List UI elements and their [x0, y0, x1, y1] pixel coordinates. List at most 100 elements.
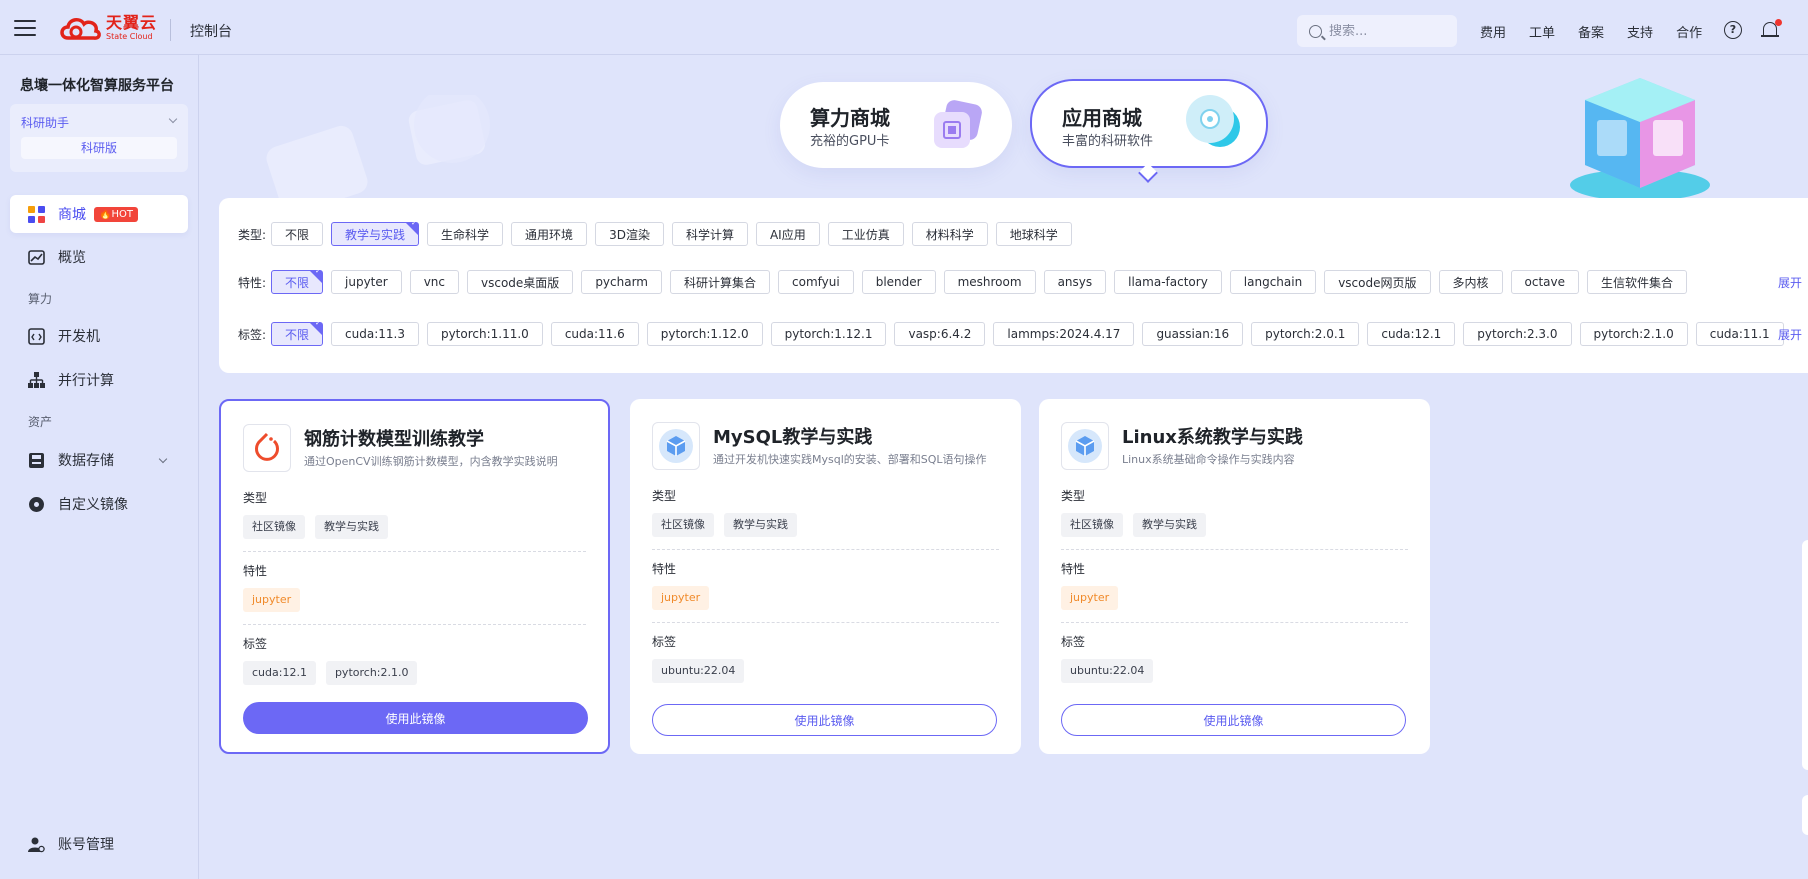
filter-chip[interactable]: comfyui	[778, 270, 854, 294]
filter-chip[interactable]: pytorch:2.3.0	[1463, 322, 1572, 346]
sidebar-item-store[interactable]: 商城 🔥HOT	[10, 195, 188, 233]
card-description: 通过开发机快速实践Mysql的安装、部署和SQL语句操作	[713, 453, 987, 466]
logo[interactable]: 天翼云 State Cloud	[58, 14, 157, 42]
sidebar-item-overview[interactable]: 概览	[10, 238, 188, 276]
type-tags: 社区镜像 教学与实践	[1061, 513, 1216, 537]
tag: 社区镜像	[1061, 513, 1123, 537]
sidebar-item-label: 自定义镜像	[58, 497, 128, 513]
filter-chip[interactable]: 科学计算	[671, 222, 748, 246]
section-label: 特性	[652, 562, 677, 576]
console-link[interactable]: 控制台	[190, 21, 232, 41]
question-circle-icon[interactable]: ?	[1724, 21, 1742, 39]
store-title: 算力商城	[810, 106, 890, 130]
filter-chip[interactable]: jupyter	[331, 270, 402, 294]
version-tags: cuda:12.1 pytorch:2.1.0	[243, 661, 427, 685]
search-input[interactable]	[1329, 23, 1449, 39]
filter-chip[interactable]: llama-factory	[1114, 270, 1222, 294]
filter-chip[interactable]: langchain	[1229, 270, 1317, 294]
nav-support[interactable]: 支持	[1627, 22, 1653, 41]
filter-chip[interactable]: ansys	[1043, 270, 1107, 294]
filter-chip[interactable]: 材料科学	[911, 222, 988, 246]
filter-chip[interactable]: AI应用	[755, 222, 820, 246]
sidebar-item-label: 开发机	[58, 329, 100, 345]
sidebar-item-parallel[interactable]: 并行计算	[10, 361, 188, 399]
image-card[interactable]: MySQL教学与实践 通过开发机快速实践Mysql的安装、部署和SQL语句操作 …	[630, 399, 1021, 754]
expand-features-link[interactable]: 展开	[1778, 274, 1802, 291]
filter-chip[interactable]: pytorch:2.0.1	[1251, 322, 1360, 346]
use-image-button[interactable]: 使用此镜像	[1061, 704, 1406, 736]
grid-apps-icon	[28, 205, 45, 223]
filter-chip[interactable]: pytorch:1.12.1	[770, 322, 887, 346]
sidebar-item-custom-image[interactable]: 自定义镜像	[10, 485, 188, 523]
nav-partner[interactable]: 合作	[1676, 22, 1702, 41]
chip-icon	[934, 100, 982, 148]
cloud-logo-icon	[60, 18, 101, 40]
filter-chip[interactable]: 地球科学	[995, 222, 1072, 246]
filter-chip[interactable]: pycharm	[581, 270, 662, 294]
filter-chip[interactable]: 生信软件集合	[1587, 270, 1688, 294]
search-box[interactable]	[1297, 15, 1457, 47]
edition-badge[interactable]: 科研版	[21, 137, 177, 159]
filter-chip[interactable]: 通用环境	[511, 222, 588, 246]
filter-chip[interactable]: 不限	[271, 222, 324, 246]
disk-icon	[29, 452, 44, 468]
filter-chip[interactable]: lammps:2024.4.17	[993, 322, 1135, 346]
expand-tags-link[interactable]: 展开	[1778, 326, 1802, 343]
sidebar: 息壤一体化智算服务平台 科研助手 科研版 商城 🔥HOT 概览 算力 开发机 并…	[0, 55, 199, 879]
nav-filing[interactable]: 备案	[1578, 22, 1604, 41]
use-image-button[interactable]: 使用此镜像	[243, 702, 588, 734]
bell-icon[interactable]	[1761, 19, 1782, 40]
filter-chip[interactable]: cuda:11.1	[1695, 322, 1784, 346]
search-icon	[1309, 24, 1322, 38]
section-label: 类型	[1061, 489, 1086, 503]
filter-chip[interactable]: 3D渲染	[595, 222, 664, 246]
nav-fees[interactable]: 费用	[1480, 22, 1506, 41]
compute-store-tab[interactable]: 算力商城 充裕的GPU卡	[780, 82, 1012, 168]
side-drawer-edge[interactable]	[1802, 540, 1808, 770]
filter-chip[interactable]: vscode桌面版	[467, 270, 574, 294]
filter-chip[interactable]: cuda:11.3	[331, 322, 419, 346]
image-card[interactable]: 钢筋计数模型训练教学 通过OpenCV训练钢筋计数模型，内含教学实践说明 类型 …	[219, 399, 610, 754]
package-cube-icon	[659, 429, 693, 463]
filter-chip[interactable]: pytorch:1.11.0	[426, 322, 543, 346]
assistant-selector[interactable]: 科研助手 科研版	[10, 104, 188, 172]
filter-chip[interactable]: 工业仿真	[827, 222, 904, 246]
filter-chip[interactable]: cuda:11.6	[550, 322, 639, 346]
app-store-tab[interactable]: 应用商城 丰富的科研软件	[1030, 79, 1268, 168]
filter-chip[interactable]: guassian:16	[1142, 322, 1244, 346]
menu-icon[interactable]	[14, 20, 36, 38]
filter-chip[interactable]: pytorch:2.1.0	[1579, 322, 1688, 346]
filter-chip[interactable]: octave	[1510, 270, 1579, 294]
filter-chip[interactable]: blender	[861, 270, 936, 294]
filter-chip-selected[interactable]: 教学与实践	[331, 219, 420, 246]
sidebar-item-devbox[interactable]: 开发机	[10, 317, 188, 355]
store-subtitle: 充裕的GPU卡	[810, 134, 890, 149]
use-image-button[interactable]: 使用此镜像	[652, 704, 997, 736]
sidebar-item-account[interactable]: 账号管理	[10, 825, 188, 863]
filter-chip-selected[interactable]: 不限	[271, 267, 324, 294]
filter-chip[interactable]: vasp:6.4.2	[894, 322, 986, 346]
image-card[interactable]: Linux系统教学与实践 Linux系统基础命令操作与实践内容 类型 社区镜像 …	[1039, 399, 1430, 754]
filter-chip[interactable]: meshroom	[943, 270, 1036, 294]
platform-title: 息壤一体化智算服务平台	[20, 78, 174, 94]
filter-chip[interactable]: vnc	[409, 270, 460, 294]
card-title: MySQL教学与实践	[713, 427, 873, 448]
notification-dot	[1775, 19, 1782, 26]
tag: jupyter	[243, 588, 301, 612]
top-bar: 天翼云 State Cloud 控制台 费用 工单 备案 支持 合作 ?	[0, 0, 1808, 55]
filter-panel: 类型: 不限 教学与实践 生命科学 通用环境 3D渲染 科学计算 AI应用 工业…	[219, 198, 1808, 373]
filter-chip[interactable]: 科研计算集合	[670, 270, 771, 294]
filter-chip[interactable]: 生命科学	[427, 222, 504, 246]
pytorch-flame-icon	[255, 432, 279, 461]
filter-chip[interactable]: 多内核	[1438, 270, 1503, 294]
sidebar-item-storage[interactable]: 数据存储	[10, 441, 188, 479]
tag: 社区镜像	[652, 513, 714, 537]
filter-chip[interactable]: pytorch:1.12.0	[646, 322, 763, 346]
nav-tickets[interactable]: 工单	[1529, 22, 1555, 41]
filter-chip-selected[interactable]: 不限	[271, 319, 324, 346]
side-drawer-edge[interactable]	[1802, 795, 1808, 835]
filter-chip[interactable]: cuda:12.1	[1367, 322, 1456, 346]
sidebar-item-label: 账号管理	[58, 837, 114, 853]
filter-chip[interactable]: vscode网页版	[1324, 270, 1431, 294]
tag: jupyter	[652, 586, 710, 610]
